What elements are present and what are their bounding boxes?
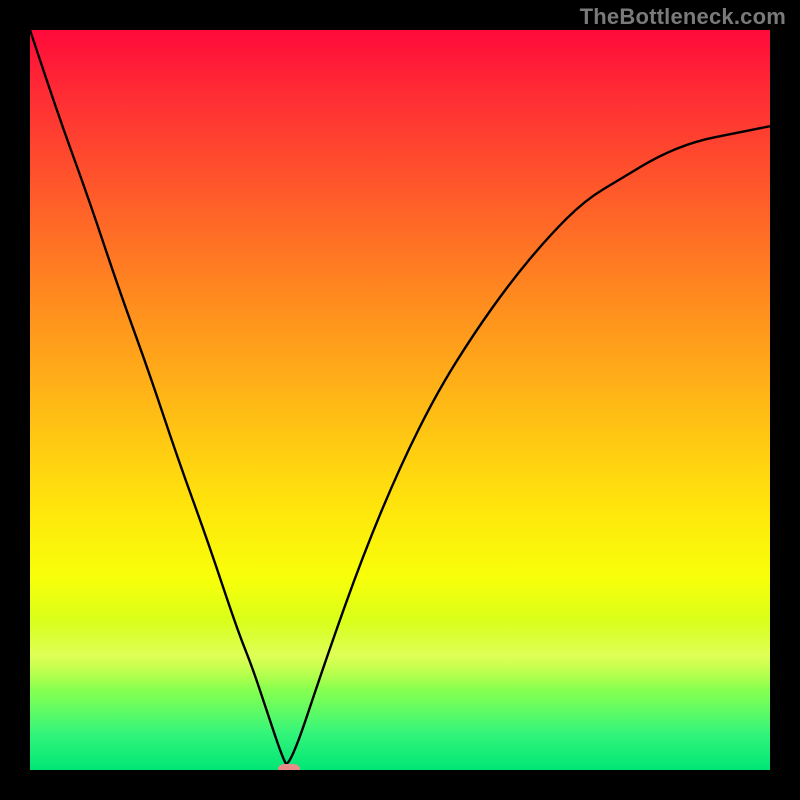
curve-path [30, 30, 770, 763]
minimum-marker [278, 764, 300, 770]
watermark-text: TheBottleneck.com [580, 4, 786, 30]
chart-frame: TheBottleneck.com [0, 0, 800, 800]
bottleneck-curve [30, 30, 770, 770]
plot-area [30, 30, 770, 770]
